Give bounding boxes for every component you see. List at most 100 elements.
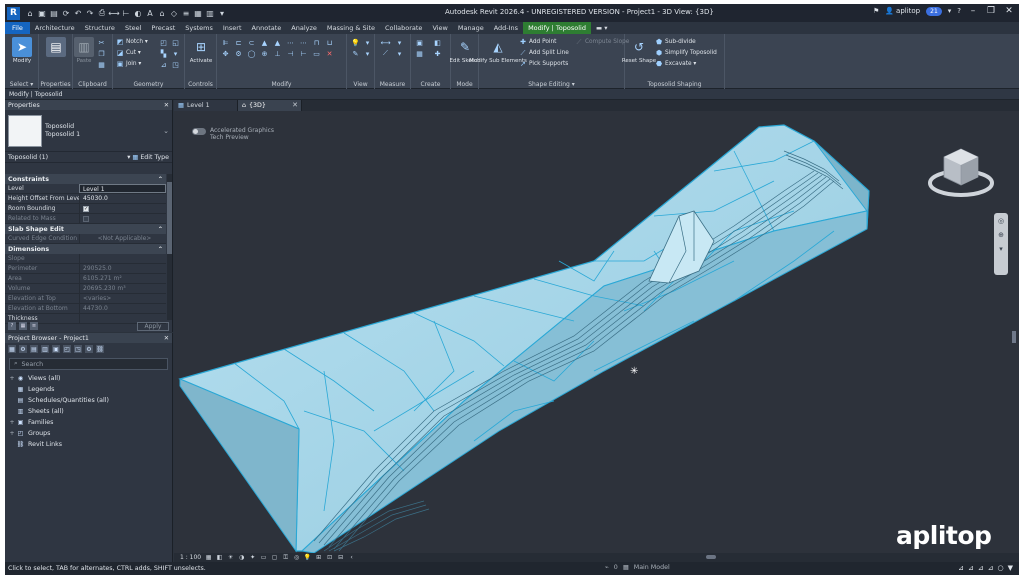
create-parts-icon[interactable]: ◧	[433, 38, 442, 47]
highlight-icon[interactable]: ⊡	[326, 554, 333, 561]
create-similar-icon[interactable]: ✚	[433, 49, 442, 58]
browser-settings-icon[interactable]: ⚙	[85, 345, 93, 353]
table-row[interactable]: Level Level 1	[5, 184, 166, 194]
tab-extra-icon[interactable]: ▬ ▾	[591, 22, 612, 34]
dimension-more-icon[interactable]: ▾	[395, 49, 404, 58]
tab-steel[interactable]: Steel	[120, 22, 146, 34]
tab-structure[interactable]: Structure	[80, 22, 120, 34]
properties-help-icon[interactable]: ?	[8, 322, 16, 330]
help-icon[interactable]: ?	[957, 7, 961, 15]
zoom-icon[interactable]: ⊕	[998, 231, 1004, 239]
browser-links-icon[interactable]: ◳	[74, 345, 82, 353]
browser-views-icon[interactable]: ▦	[8, 345, 16, 353]
shape-editing-dropdown[interactable]: Shape Editing ▾	[479, 81, 624, 88]
cut-button[interactable]: ◪ Cut ▾	[116, 49, 141, 57]
rotate-icon[interactable]: ⋯	[299, 38, 308, 47]
join-button[interactable]: ▣ Join ▾	[116, 60, 142, 68]
table-row[interactable]: Room Bounding ✓	[5, 204, 166, 214]
split-face-icon[interactable]: ◱	[171, 38, 180, 47]
properties-scrollbar[interactable]	[167, 174, 172, 320]
scrollbar-thumb[interactable]	[167, 182, 172, 254]
browser-filter-icon[interactable]: ⚙	[19, 345, 27, 353]
cart-icon[interactable]: ▾	[948, 7, 952, 15]
nav-more-icon[interactable]: ▾	[999, 245, 1003, 253]
browser-search[interactable]: ⌕ Search	[9, 358, 168, 370]
accelerated-graphics-toggle[interactable]: Accelerated Graphics Tech Preview	[192, 127, 274, 141]
activate-button[interactable]: ⊞ Activate	[187, 37, 215, 64]
tree-item-legends[interactable]: ▦ Legends	[8, 384, 172, 395]
close-tab-icon[interactable]: ✕	[292, 101, 298, 109]
modify-button[interactable]: ➤ Modify	[8, 37, 36, 64]
type-selector[interactable]: Toposolid Toposolid 1 ⌄	[5, 110, 172, 152]
select-underlay-icon[interactable]: ⊿	[968, 564, 974, 572]
copy-modify-icon[interactable]: ⋯	[286, 38, 295, 47]
section-slab-shape-edit[interactable]: Slab Shape Edit ⌃	[5, 224, 166, 234]
tab-modify-toposolid[interactable]: Modify | Toposolid	[523, 22, 591, 34]
select-links-icon[interactable]: ⊿	[958, 564, 964, 572]
tag-icon[interactable]: ◐	[133, 8, 143, 18]
aligned-dimension-icon[interactable]: ⟋	[381, 49, 390, 58]
demolish-icon[interactable]: ▾	[171, 49, 180, 58]
room-bounding-checkbox[interactable]: ✓	[83, 206, 89, 212]
view-more-icon[interactable]: ▾	[363, 49, 372, 58]
apply-button[interactable]: Apply	[137, 321, 169, 331]
properties-close-icon[interactable]: ✕	[164, 102, 169, 109]
instance-filter[interactable]: Toposolid (1) ▾ ▦ Edit Type	[5, 152, 172, 163]
modify-sub-elements-button[interactable]: ◭ Modify Sub Elements	[469, 37, 527, 64]
measure-distance-icon[interactable]: ⟷	[380, 38, 390, 47]
pick-supports-button[interactable]: ➚ Pick Supports	[519, 60, 568, 68]
lock-3d-icon[interactable]: ⚿	[282, 554, 289, 561]
wall-joins-icon[interactable]: ◰	[159, 38, 168, 47]
3d-view-canvas[interactable]: Accelerated Graphics Tech Preview ◎ ⊕ ▾ …	[174, 111, 1019, 553]
lock-icon[interactable]: ▭	[312, 49, 321, 58]
user-menu[interactable]: 👤 aplitop	[885, 7, 920, 15]
text-icon[interactable]: A	[145, 8, 155, 18]
tab-add-ins[interactable]: Add-Ins	[489, 22, 523, 34]
customize-qat-icon[interactable]: ▾	[217, 8, 227, 18]
close-hidden-icon[interactable]: ▦	[193, 8, 203, 18]
detail-level-icon[interactable]: ▦	[205, 554, 212, 561]
level-field[interactable]: Level 1	[79, 184, 166, 193]
tab-file[interactable]: File	[5, 22, 30, 34]
tree-item-schedules[interactable]: ▤ Schedules/Quantities (all)	[8, 395, 172, 406]
mirror-axis-icon[interactable]: ⊂	[247, 38, 256, 47]
unpin-icon[interactable]: ⊕	[260, 49, 269, 58]
browser-sheets-icon[interactable]: ▤	[30, 345, 38, 353]
delete-icon[interactable]: ⊥	[273, 49, 282, 58]
add-split-line-button[interactable]: ⟋ Add Split Line	[519, 49, 569, 57]
tree-item-sheets[interactable]: ▥ Sheets (all)	[8, 406, 172, 417]
browser-close-icon[interactable]: ✕	[164, 335, 169, 342]
canvas-scrollbar[interactable]	[1012, 331, 1016, 343]
view-scale[interactable]: 1 : 100	[180, 554, 201, 561]
browser-link-icon[interactable]: ⛓	[96, 345, 104, 353]
expand-icon[interactable]: +	[8, 375, 16, 382]
worksets-icon[interactable]: ⌁	[605, 564, 609, 571]
toposolid-model[interactable]	[174, 111, 1019, 553]
cut-scissors-icon[interactable]: ✂	[97, 38, 106, 47]
tab-architecture[interactable]: Architecture	[30, 22, 80, 34]
navigation-bar[interactable]: ◎ ⊕ ▾	[994, 213, 1008, 275]
redo-icon[interactable]: ↷	[85, 8, 95, 18]
remove-paint-icon[interactable]: ◳	[171, 60, 180, 69]
scale-icon[interactable]: ✥	[221, 49, 230, 58]
3d-view-icon[interactable]: ⌂	[157, 8, 167, 18]
undo-icon[interactable]: ↶	[73, 8, 83, 18]
override-icon[interactable]: ▾	[363, 38, 372, 47]
switch-windows-icon[interactable]: ▥	[205, 8, 215, 18]
tab-view[interactable]: View	[427, 22, 452, 34]
temporary-hide-icon[interactable]: ◎	[293, 554, 300, 561]
align-icon[interactable]: ⊫	[221, 38, 230, 47]
height-offset-field[interactable]: 45030.0	[79, 194, 166, 203]
filter-icon[interactable]: ▼	[1008, 564, 1013, 572]
save-icon[interactable]: ▤	[49, 8, 59, 18]
measure-more-icon[interactable]: ▾	[395, 38, 404, 47]
properties-list-icon[interactable]: ≡	[30, 322, 38, 330]
analysis-icon[interactable]: ⊞	[315, 554, 322, 561]
search-input[interactable]: Search	[22, 361, 44, 368]
add-point-button[interactable]: ✚ Add Point	[519, 38, 556, 46]
browser-groups-icon[interactable]: ◰	[63, 345, 71, 353]
copy-icon[interactable]: ❐	[97, 49, 106, 58]
create-assembly-icon[interactable]: ▣	[415, 38, 424, 47]
browser-families-icon[interactable]: ▣	[52, 345, 60, 353]
horizontal-scrollbar[interactable]	[706, 555, 716, 559]
